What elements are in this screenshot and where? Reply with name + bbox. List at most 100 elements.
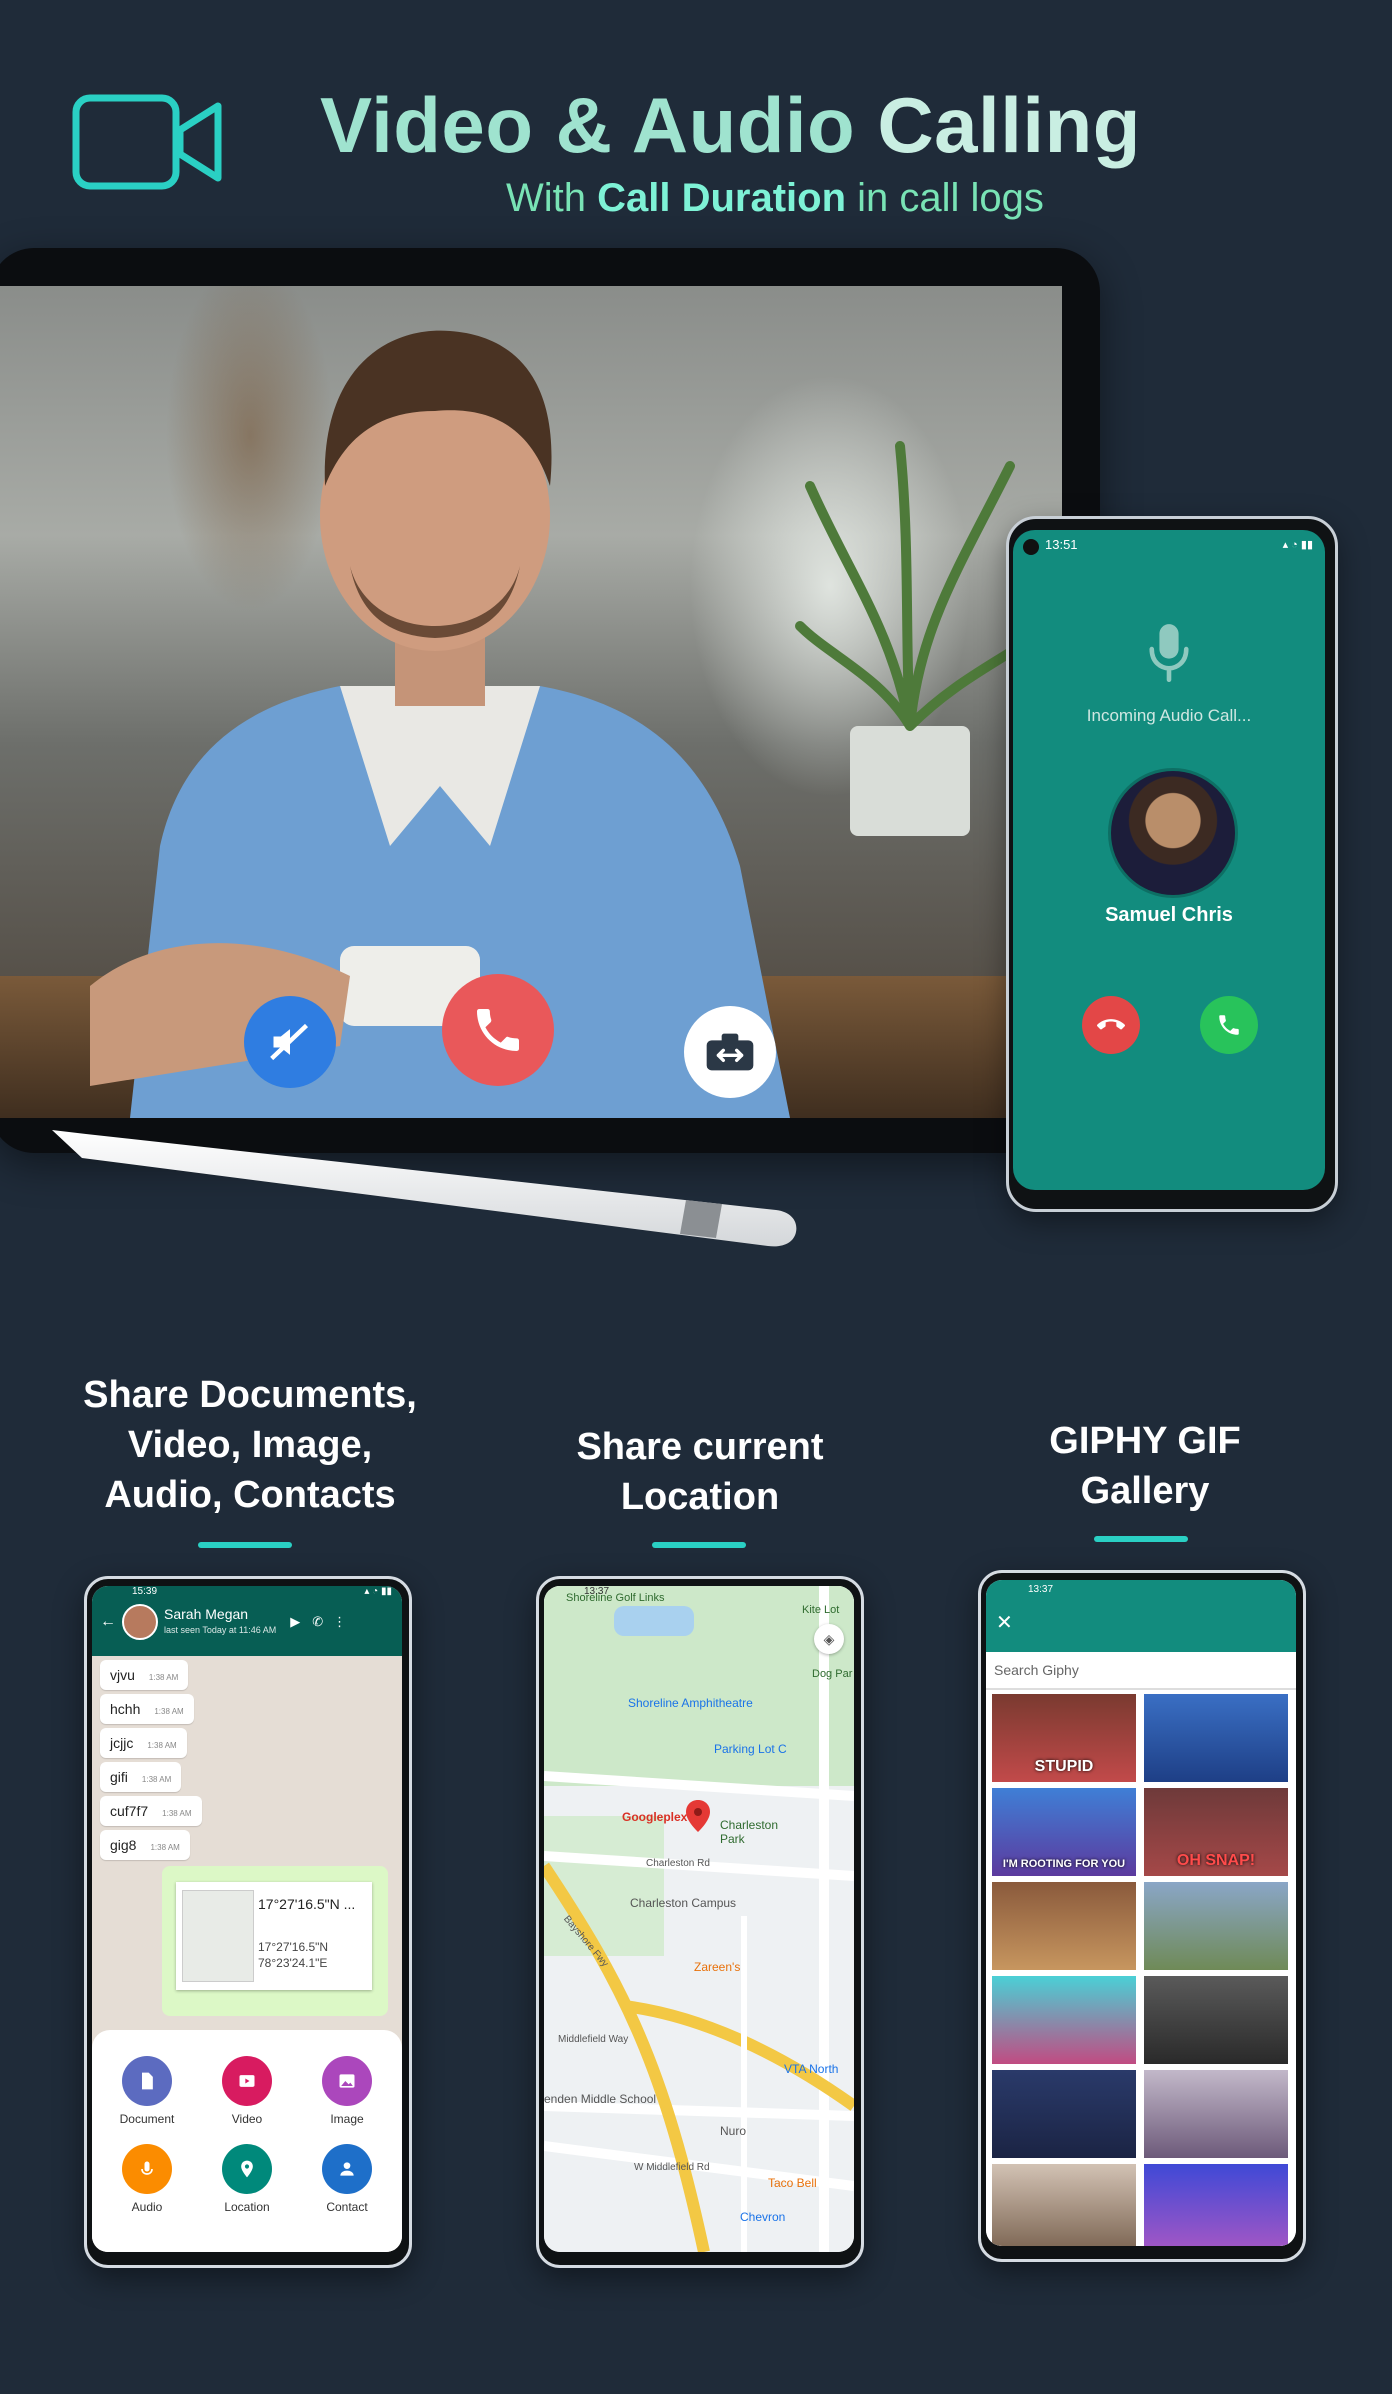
message-text: gifi bbox=[110, 1769, 128, 1785]
contact-info[interactable]: Sarah Megan last seen Today at 11:46 AM bbox=[164, 1606, 276, 1638]
map-label-amphitheatre: Shoreline Amphitheatre bbox=[628, 1696, 753, 1710]
gif-thumbnail[interactable] bbox=[1144, 1882, 1288, 1970]
map-screen[interactable]: Shoreline Golf Links Kite Lot Dog Par Sh… bbox=[544, 1586, 854, 2252]
status-bar: 13:37 bbox=[986, 1580, 1296, 1600]
gif-thumbnail[interactable] bbox=[992, 2164, 1136, 2246]
feature-line: Audio, Contacts bbox=[104, 1474, 396, 1516]
status-bar: 13:51 ▴ ◔ ▮▮ bbox=[1013, 530, 1325, 558]
attach-contact[interactable]: Contact bbox=[302, 2144, 392, 2214]
location-coord-lat: 17°27'16.5"N bbox=[258, 1940, 329, 1954]
gif-thumbnail[interactable]: I'M ROOTING FOR YOU bbox=[992, 1788, 1136, 1876]
message-time: 1:38 AM bbox=[154, 1707, 184, 1716]
close-icon[interactable]: ✕ bbox=[996, 1610, 1013, 1635]
subtitle-post: in call logs bbox=[857, 176, 1044, 220]
gif-caption: I'M ROOTING FOR YOU bbox=[1002, 1858, 1126, 1870]
attach-label: Image bbox=[330, 2112, 364, 2126]
status-bar: 13:37 bbox=[544, 1586, 854, 1606]
end-call-button[interactable] bbox=[442, 974, 554, 1086]
message-bubble[interactable]: gig8 1:38 AM bbox=[100, 1830, 190, 1860]
decline-call-button[interactable] bbox=[1082, 996, 1140, 1054]
message-bubble[interactable]: jcjjc 1:38 AM bbox=[100, 1728, 187, 1758]
caller-name: Samuel Chris bbox=[1105, 904, 1233, 926]
title-part2: Calling bbox=[877, 81, 1141, 169]
voice-call-icon[interactable]: ✆ bbox=[312, 1614, 323, 1630]
back-arrow-icon[interactable]: ← bbox=[100, 1613, 116, 1631]
map-label-taco: Taco Bell bbox=[768, 2176, 817, 2190]
feature-underline bbox=[1094, 1536, 1188, 1542]
message-text: jcjjc bbox=[110, 1735, 134, 1751]
hang-up-icon bbox=[1097, 1019, 1125, 1030]
attach-document[interactable]: Document bbox=[102, 2056, 192, 2126]
message-text: hchh bbox=[110, 1701, 141, 1717]
status-time: 13:37 bbox=[584, 1586, 610, 1597]
attach-label: Document bbox=[119, 2112, 175, 2126]
gif-thumbnail[interactable]: STUPID bbox=[992, 1694, 1136, 1782]
status-time: 13:51 bbox=[1045, 536, 1078, 552]
attach-video[interactable]: Video bbox=[202, 2056, 292, 2126]
stylus-pencil-image bbox=[52, 1130, 797, 1247]
mute-button[interactable] bbox=[244, 996, 336, 1088]
gif-thumbnail[interactable] bbox=[992, 2070, 1136, 2158]
attach-label: Audio bbox=[131, 2200, 163, 2214]
feature-line: Video, Image, bbox=[127, 1424, 373, 1466]
feature-title-share-location: Share current Location bbox=[520, 1422, 880, 1522]
map-label-campus: Charleston Campus bbox=[630, 1896, 737, 1910]
message-bubble[interactable]: cuf7f7 1:38 AM bbox=[100, 1796, 202, 1826]
feature-title-share-documents: Share Documents, Video, Image, Audio, Co… bbox=[60, 1370, 440, 1520]
status-icons: ▴ ◔ ▮▮ bbox=[364, 1586, 392, 1597]
location-card: 17°27'16.5"N ... 17°27'16.5"N 78°23'24.1… bbox=[176, 1882, 372, 1990]
map-view[interactable]: Shoreline Golf Links Kite Lot Dog Par Sh… bbox=[544, 1586, 854, 2252]
message-time: 1:38 AM bbox=[147, 1741, 177, 1750]
video-icon bbox=[222, 2056, 272, 2106]
phone-icon bbox=[1219, 1015, 1239, 1035]
avatar[interactable] bbox=[122, 1604, 158, 1640]
giphy-search-input[interactable]: Search Giphy bbox=[986, 1652, 1296, 1690]
more-options-icon[interactable]: ⋮ bbox=[333, 1614, 346, 1630]
switch-camera-button[interactable] bbox=[684, 1006, 776, 1098]
location-message[interactable]: 17°27'16.5"N ... 17°27'16.5"N 78°23'24.1… bbox=[162, 1866, 388, 2016]
contact-name: Sarah Megan bbox=[164, 1606, 249, 1622]
map-roads bbox=[544, 1586, 854, 2252]
gif-thumbnail[interactable] bbox=[1144, 2164, 1288, 2246]
location-coord-lng: 78°23'24.1"E bbox=[258, 1956, 328, 1970]
gif-thumbnail[interactable] bbox=[1144, 2070, 1288, 2158]
gif-thumbnail[interactable]: OH SNAP! bbox=[1144, 1788, 1288, 1876]
attach-location[interactable]: Location bbox=[202, 2144, 292, 2214]
gif-thumbnail[interactable] bbox=[992, 1882, 1136, 1970]
audio-icon bbox=[122, 2144, 172, 2194]
last-seen: last seen Today at 11:46 AM bbox=[164, 1625, 277, 1635]
subtitle-bold: Call Duration bbox=[597, 176, 847, 220]
message-time: 1:38 AM bbox=[141, 1775, 172, 1784]
feature-title-giphy: GIPHY GIF Gallery bbox=[960, 1416, 1330, 1516]
attach-label: Video bbox=[231, 2112, 263, 2126]
message-bubble[interactable]: hchh 1:38 AM bbox=[100, 1694, 194, 1724]
status-icons: ▴ ◔ ▮▮ bbox=[1282, 538, 1313, 551]
message-bubble[interactable]: vjvu 1:38 AM bbox=[100, 1660, 189, 1690]
incoming-call-status: Incoming Audio Call... bbox=[1086, 706, 1252, 725]
message-text: vjvu bbox=[110, 1667, 135, 1683]
contact-icon bbox=[322, 2144, 372, 2194]
gif-thumbnail[interactable] bbox=[992, 1976, 1136, 2064]
plant-image bbox=[795, 441, 1025, 836]
attach-label: Contact bbox=[326, 2200, 368, 2214]
gif-thumbnail[interactable] bbox=[1144, 1694, 1288, 1782]
attach-image[interactable]: Image bbox=[302, 2056, 392, 2126]
attach-audio[interactable]: Audio bbox=[102, 2144, 192, 2214]
front-camera bbox=[1023, 539, 1039, 555]
feature-underline bbox=[198, 1542, 292, 1548]
map-label-w-middlefield: W Middlefield Rd bbox=[634, 2162, 710, 2173]
mute-icon bbox=[270, 1023, 309, 1061]
map-label-nuro: Nuro bbox=[720, 2124, 747, 2138]
message-bubble[interactable]: gifi 1:38 AM bbox=[100, 1762, 182, 1792]
feature-line: GIPHY GIF bbox=[1049, 1420, 1241, 1462]
feature-line: Location bbox=[620, 1476, 780, 1518]
gif-caption: STUPID bbox=[1034, 1758, 1094, 1775]
message-time: 1:38 AM bbox=[150, 1843, 180, 1852]
map-label-school: enden Middle School bbox=[544, 2092, 657, 2106]
video-call-icon[interactable]: ▶ bbox=[290, 1614, 300, 1630]
map-layers-button[interactable]: ◈ bbox=[814, 1624, 844, 1654]
status-time: 13:37 bbox=[1028, 1584, 1054, 1595]
gif-thumbnail[interactable] bbox=[1144, 1976, 1288, 2064]
map-label-parking: Parking Lot C bbox=[714, 1742, 787, 1756]
accept-call-button[interactable] bbox=[1200, 996, 1258, 1054]
